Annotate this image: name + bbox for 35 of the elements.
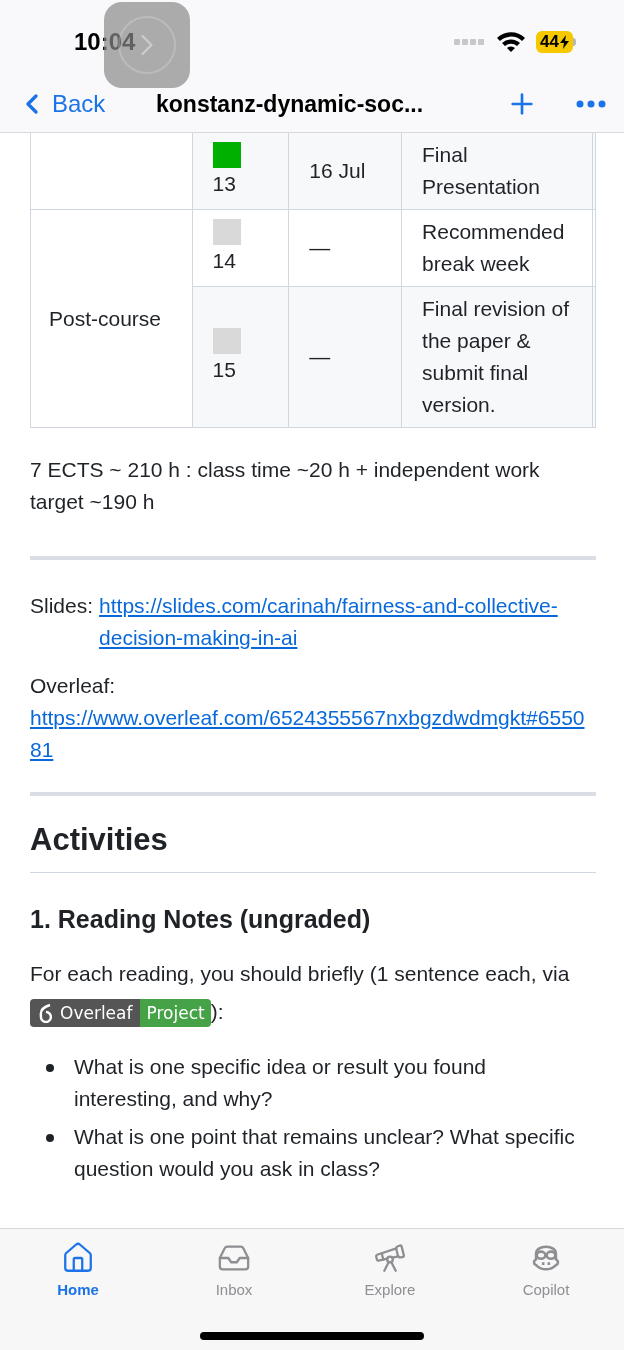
table-cell: — <box>309 236 331 259</box>
house-icon <box>61 1241 95 1275</box>
table-cell: 16 Jul <box>309 159 366 182</box>
table-cell: 14 <box>212 249 236 272</box>
more-icon <box>576 100 606 108</box>
link-label: Slides: <box>30 593 94 619</box>
wifi-icon <box>496 31 527 53</box>
table-cell: — <box>309 345 331 368</box>
more-button[interactable] <box>576 100 606 108</box>
page-title: konstanz-dynamic-soc... <box>156 89 424 119</box>
table-cell: Final revision of the paper & submit final version. <box>422 297 570 416</box>
bullet-text: What is one point that remains unclear? What specific question would you ask in class? <box>74 1124 576 1182</box>
tab-bar-item[interactable]: Inbox <box>156 1241 312 1302</box>
back-button[interactable]: Back <box>16 86 156 122</box>
tab-bar-item[interactable]: Copilot <box>468 1241 624 1302</box>
summary-text: 7 ECTS ~ 210 h : class time ~20 h + independent work target ~190 h <box>30 457 541 515</box>
table-cell: 13 <box>212 172 236 195</box>
table-cell: Final Presentation <box>422 143 540 198</box>
tab-bar-item[interactable]: Explore <box>312 1241 468 1302</box>
leaf-icon <box>38 1003 54 1024</box>
telescope-icon <box>373 1241 407 1275</box>
table-cell: Recommended break week <box>422 220 565 275</box>
table-cell: 15 <box>212 358 236 381</box>
battery-indicator: 44 <box>536 31 576 53</box>
url-link[interactable]: https://slides.com/carinah/fairness-and-collective-decision-making-in-ai <box>99 590 594 654</box>
url-link[interactable]: https://www.overleaf.com/6524355567nxbgzdwdmgkt#655081 <box>30 702 594 766</box>
subsection-heading: 1. Reading Notes (ungraded) <box>30 904 372 935</box>
tab-bar-item[interactable]: Home <box>0 1241 156 1302</box>
link-label: Overleaf: <box>30 673 117 699</box>
bullet-text: What is one specific idea or result you found interesting, and why? <box>74 1054 488 1112</box>
section-heading: Activities <box>30 820 596 873</box>
intro-text: For each reading, you should briefly (1 sentence each, via <box>30 962 570 985</box>
intro-text: ): <box>210 1000 224 1023</box>
signal-icon <box>454 38 487 46</box>
table-cell: Post-course <box>49 306 162 330</box>
